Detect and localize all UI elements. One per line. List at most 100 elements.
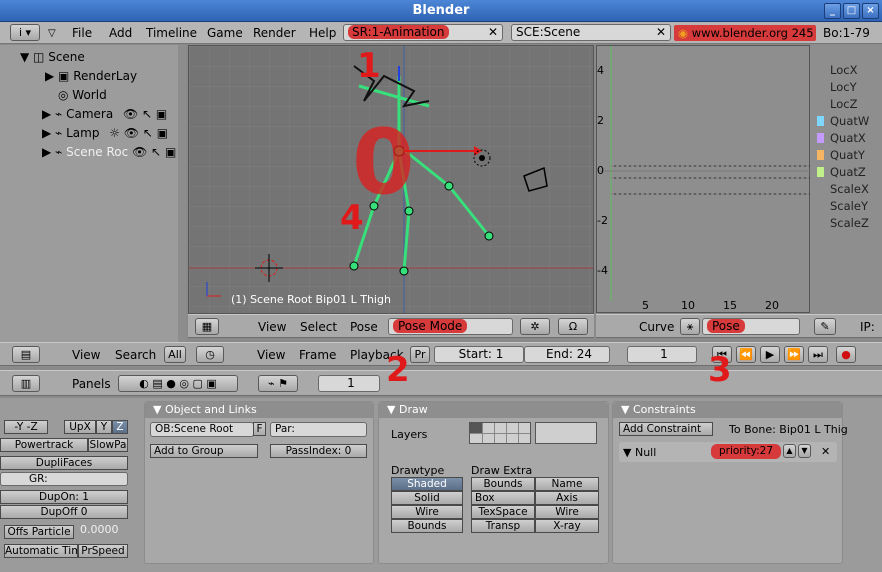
- dupoff-field[interactable]: DupOff 0: [0, 505, 128, 519]
- channel-scalez[interactable]: ScaleZ: [830, 216, 869, 230]
- frame-value-field[interactable]: 1: [318, 375, 380, 392]
- outliner-item-world[interactable]: ◎ World: [58, 88, 107, 102]
- ipo-channel-list[interactable]: LocX LocY LocZ QuatW QuatX QuatY QuatZ S…: [810, 45, 882, 313]
- outliner-item-lamp[interactable]: ▶ ⌁ Lamp ☼ 👁 ↖ ▣: [42, 126, 168, 140]
- screen-selector[interactable]: SR:1-Animation ✕: [343, 24, 503, 41]
- current-frame-field[interactable]: 1: [627, 346, 697, 363]
- channel-locy[interactable]: LocY: [830, 80, 857, 94]
- timeline-editor-icon[interactable]: ◷: [196, 346, 224, 363]
- next-keyframe-icon[interactable]: ⏩: [784, 346, 804, 363]
- context-icons[interactable]: ◐ ▤ ● ◎ ▢ ▣: [118, 375, 238, 392]
- channel-scaley[interactable]: ScaleY: [830, 199, 868, 213]
- pose-type-icon[interactable]: ⚹: [680, 318, 700, 335]
- priority-field[interactable]: priority:27: [711, 444, 781, 459]
- minimize-button[interactable]: _: [824, 3, 841, 19]
- drawtype-solid[interactable]: Solid: [391, 491, 463, 505]
- object-context-icon[interactable]: ⌁ ⚑: [258, 375, 298, 392]
- channel-quatx[interactable]: QuatX: [830, 131, 866, 145]
- drawtype-bounds[interactable]: Bounds: [391, 519, 463, 533]
- channel-locz[interactable]: LocZ: [830, 97, 857, 111]
- object-name-field[interactable]: OB:Scene Root: [150, 422, 254, 437]
- channel-locx[interactable]: LocX: [830, 63, 857, 77]
- play-icon[interactable]: ▶: [760, 346, 780, 363]
- channel-quatw[interactable]: QuatW: [830, 114, 869, 128]
- menu-timeline[interactable]: Timeline: [146, 26, 197, 40]
- constraints-title[interactable]: ▼ Constraints: [613, 402, 842, 418]
- fake-user-button[interactable]: F: [253, 422, 266, 436]
- upx-button[interactable]: UpX: [64, 420, 96, 434]
- constraint-null[interactable]: ▼ Null priority:27 ▲ ▼ ✕: [619, 442, 837, 462]
- prev-keyframe-icon[interactable]: ⏪: [736, 346, 756, 363]
- prspeed-field[interactable]: PrSpeed: [78, 544, 128, 558]
- drawtype-shaded[interactable]: Shaded: [391, 477, 463, 491]
- outliner[interactable]: ▼ ◫ Scene ▶ ▣ RenderLay ◎ World ▶ ⌁ Came…: [0, 45, 186, 342]
- pin-icon[interactable]: ✎: [814, 318, 836, 335]
- outliner-item-renderlayer[interactable]: ▶ ▣ RenderLay: [45, 69, 137, 83]
- group-field[interactable]: GR:: [0, 472, 128, 486]
- layer-grid-left[interactable]: [469, 422, 531, 444]
- delete-constraint-icon[interactable]: ✕: [821, 445, 830, 458]
- jump-end-icon[interactable]: ⏭: [808, 346, 828, 363]
- info-window-icon[interactable]: i ▾: [10, 24, 40, 41]
- y-button[interactable]: Y: [96, 420, 112, 434]
- timeline-view-menu[interactable]: View: [257, 348, 285, 362]
- extra-bounds[interactable]: Bounds: [471, 477, 535, 491]
- axis-button[interactable]: -Y -Z: [4, 420, 48, 434]
- ipo-type-selector[interactable]: Pose: [702, 318, 800, 335]
- frame-menu[interactable]: Frame: [299, 348, 336, 362]
- passindex-field[interactable]: PassIndex: 0: [270, 444, 367, 458]
- menu-add[interactable]: Add: [109, 26, 132, 40]
- pivot-icon[interactable]: ✲: [520, 318, 550, 335]
- dupliframes-button[interactable]: DupliFaces: [0, 456, 128, 470]
- outliner-item-scene-root[interactable]: ▶ ⌁ Scene Roc 👁 ↖ ▣: [42, 145, 176, 159]
- outliner-editor-icon[interactable]: ▤: [12, 346, 40, 363]
- parent-field[interactable]: Par:: [270, 422, 367, 437]
- end-frame-field[interactable]: End: 24: [524, 346, 610, 363]
- move-up-icon[interactable]: ▲: [783, 444, 796, 458]
- grid-editor-icon[interactable]: ▦: [195, 318, 219, 335]
- scene-selector[interactable]: SCE:Scene ✕: [511, 24, 671, 41]
- bounds-type-selector[interactable]: Box: [471, 491, 535, 505]
- delete-screen-icon[interactable]: ✕: [488, 25, 498, 40]
- close-button[interactable]: ×: [862, 3, 879, 19]
- maximize-button[interactable]: □: [843, 3, 860, 19]
- object-links-title[interactable]: ▼ Object and Links: [145, 402, 373, 418]
- powertrack-button[interactable]: Powertrack: [0, 438, 88, 452]
- outliner-view-menu[interactable]: View: [72, 348, 100, 362]
- z-button[interactable]: Z: [112, 420, 128, 434]
- panels-menu[interactable]: Panels: [72, 377, 111, 391]
- menu-help[interactable]: Help: [309, 26, 336, 40]
- automatic-time-button[interactable]: Automatic Time: [4, 544, 78, 558]
- outliner-scrollbar[interactable]: [178, 45, 186, 342]
- view-menu[interactable]: View: [258, 320, 286, 334]
- menu-render[interactable]: Render: [253, 26, 296, 40]
- record-icon[interactable]: ●: [836, 346, 856, 363]
- extra-name[interactable]: Name: [535, 477, 599, 491]
- ipo-curve-editor[interactable]: 4 2 0 -2 -4 5 10 15 20: [596, 45, 811, 313]
- offs-particle-button[interactable]: Offs Particle: [4, 525, 74, 539]
- dupon-field[interactable]: DupOn: 1: [0, 490, 128, 504]
- outliner-search-menu[interactable]: Search: [115, 348, 156, 362]
- add-to-group-button[interactable]: Add to Group: [150, 444, 258, 458]
- layer-grid-right[interactable]: [535, 422, 597, 444]
- menu-file[interactable]: File: [72, 26, 92, 40]
- extra-axis[interactable]: Axis: [535, 491, 599, 505]
- extra-xray[interactable]: X-ray: [535, 519, 599, 533]
- menu-game[interactable]: Game: [207, 26, 243, 40]
- move-down-icon[interactable]: ▼: [798, 444, 811, 458]
- channel-quatz[interactable]: QuatZ: [830, 165, 866, 179]
- all-button[interactable]: All: [164, 346, 186, 363]
- draw-title[interactable]: ▼ Draw: [379, 402, 608, 418]
- pose-menu[interactable]: Pose: [350, 320, 378, 334]
- drawtype-wire[interactable]: Wire: [391, 505, 463, 519]
- channel-quaty[interactable]: QuatY: [830, 148, 865, 162]
- outliner-item-scene[interactable]: ▼ ◫ Scene: [20, 50, 85, 64]
- curve-menu[interactable]: Curve: [639, 320, 674, 334]
- channel-scalex[interactable]: ScaleX: [830, 182, 869, 196]
- extra-wire[interactable]: Wire: [535, 505, 599, 519]
- preview-range-button[interactable]: Pr: [410, 346, 430, 363]
- extra-transp[interactable]: Transp: [471, 519, 535, 533]
- add-constraint-button[interactable]: Add Constraint: [619, 422, 713, 436]
- manipulator-icon[interactable]: Ω: [558, 318, 588, 335]
- buttons-editor-icon[interactable]: ▥: [12, 375, 40, 392]
